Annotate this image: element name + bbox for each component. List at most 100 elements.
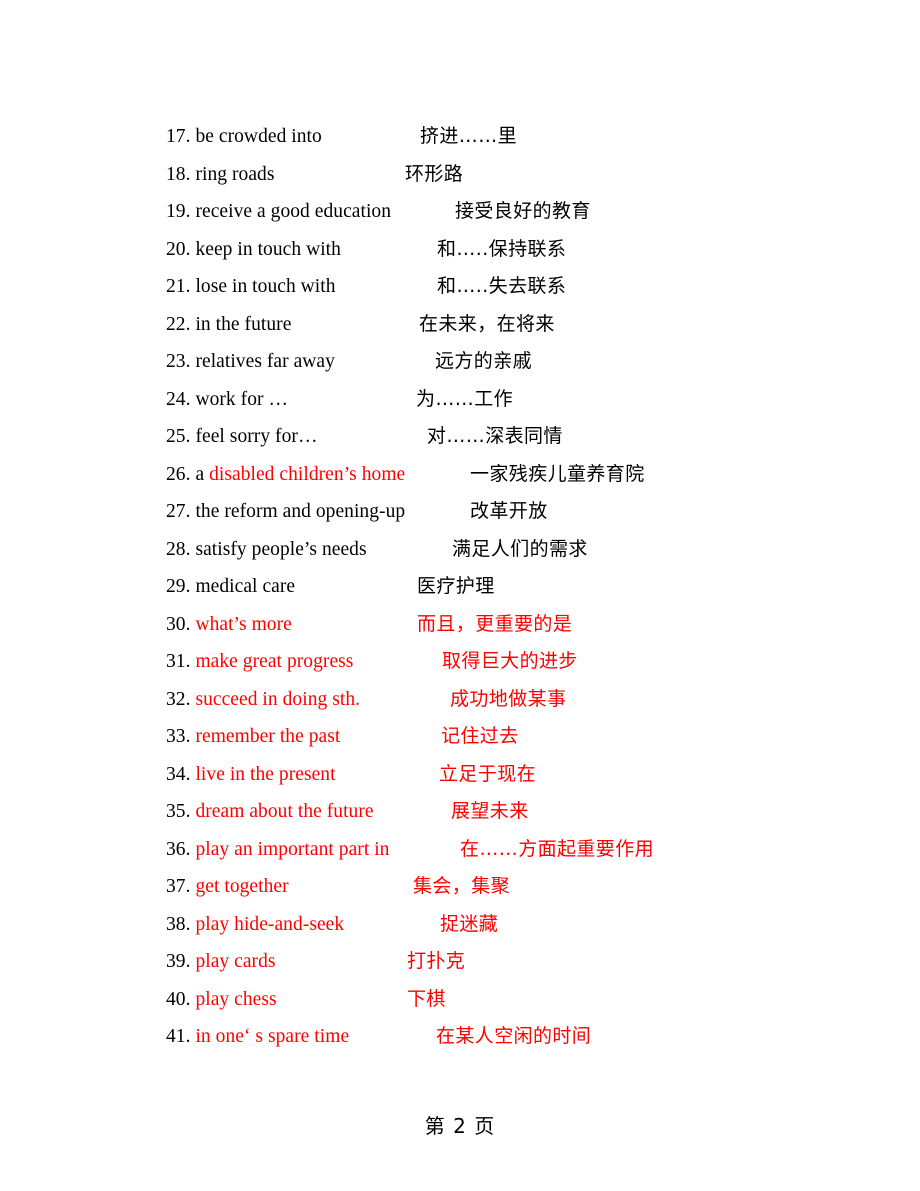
phrase-english-text: the reform and opening-up — [195, 501, 406, 522]
phrase-number: 17. — [166, 126, 196, 147]
phrase-number: 26. — [166, 463, 196, 485]
phrase-english: 38. play hide-and-seek — [166, 906, 344, 944]
phrase-english: 40. play chess — [166, 981, 277, 1019]
phrase-chinese: 满足人们的需求 — [452, 537, 588, 560]
phrase-english: 26. a disabled children’s home — [166, 456, 405, 494]
phrase-english-prefix: a — [195, 463, 210, 485]
phrase-english: 17. be crowded into — [166, 118, 322, 156]
phrase-english: 23. relatives far away — [166, 343, 335, 381]
phrase-english: 41. in one‘ s spare time — [166, 1018, 349, 1056]
phrase-number: 25. — [166, 426, 196, 447]
phrase-chinese: 一家残疾儿童养育院 — [470, 462, 645, 485]
phrase-english: 30. what’s more — [166, 606, 292, 644]
phrase-chinese: 记住过去 — [441, 725, 519, 747]
phrase-row: 23. relatives far away 远方的亲戚 — [166, 343, 866, 381]
phrase-row: 30. what’s more 而且，更重要的是 — [166, 606, 866, 644]
phrase-chinese: 成功地做某事 — [450, 687, 567, 710]
phrase-chinese: 立足于现在 — [439, 762, 537, 785]
phrase-row: 35. dream about the future 展望未来 — [166, 793, 866, 831]
phrase-english-text: succeed in doing sth. — [195, 688, 361, 710]
phrase-row: 17. be crowded into 挤进……里 — [166, 118, 866, 156]
phrase-row: 28. satisfy people’s needs 满足人们的需求 — [166, 531, 866, 569]
phrase-row: 18. ring roads 环形路 — [166, 156, 866, 194]
phrase-english: 18. ring roads — [166, 156, 274, 194]
phrase-english-text: play cards — [195, 951, 276, 972]
phrase-number: 24. — [166, 388, 196, 410]
phrase-english-text: play hide-and-seek — [195, 913, 345, 935]
phrase-chinese: 为……工作 — [416, 387, 514, 410]
phrase-english-text: in one‘ s spare time — [195, 1026, 350, 1047]
page-number-footer: 第 2 页 — [424, 1114, 496, 1138]
phrase-chinese: 取得巨大的进步 — [442, 650, 578, 672]
phrase-english: 33. remember the past — [166, 718, 340, 756]
phrase-number: 30. — [166, 613, 196, 635]
phrase-number: 18. — [166, 163, 196, 185]
phrase-chinese: 捉迷藏 — [440, 912, 499, 935]
phrase-english-text: make great progress — [195, 651, 354, 672]
phrase-english-text: remember the past — [195, 726, 341, 747]
phrase-row: 36. play an important part in 在……方面起重要作用 — [166, 831, 866, 869]
phrase-english: 36. play an important part in — [166, 831, 389, 869]
phrase-number: 36. — [166, 838, 196, 860]
phrase-chinese: 打扑克 — [407, 950, 466, 972]
phrase-number: 40. — [166, 988, 196, 1010]
phrase-english: 22. in the future — [166, 306, 291, 344]
phrase-number: 37. — [166, 876, 196, 897]
phrase-number: 39. — [166, 951, 196, 972]
phrase-row: 29. medical care 医疗护理 — [166, 568, 866, 606]
phrase-english: 25. feel sorry for… — [166, 418, 318, 456]
phrase-english-text: receive a good education — [195, 201, 392, 222]
phrase-chinese: 在……方面起重要作用 — [460, 837, 655, 860]
phrase-english-text: keep in touch with — [195, 238, 341, 260]
phrase-english-text: play an important part in — [195, 838, 390, 860]
phrase-english: 32. succeed in doing sth. — [166, 681, 360, 719]
phrase-english: 24. work for … — [166, 381, 288, 419]
phrase-english: 28. satisfy people’s needs — [166, 531, 367, 569]
phrase-english: 29. medical care — [166, 568, 295, 606]
phrase-list: 17. be crowded into 挤进……里 18. ring roads 环形… — [166, 118, 866, 1056]
phrase-number: 20. — [166, 238, 196, 260]
phrase-english-text: satisfy people’s needs — [195, 538, 367, 560]
phrase-row: 39. play cards 打扑克 — [166, 943, 866, 981]
phrase-english-text: what’s more — [195, 613, 292, 635]
phrase-number: 38. — [166, 913, 196, 935]
phrase-row: 40. play chess 下棋 — [166, 981, 866, 1019]
phrase-chinese: 展望未来 — [451, 800, 529, 822]
phrase-english-text: play chess — [195, 988, 277, 1010]
phrase-number: 19. — [166, 201, 196, 222]
phrase-row: 33. remember the past 记住过去 — [166, 718, 866, 756]
phrase-english: 21. lose in touch with — [166, 268, 336, 306]
phrase-number: 32. — [166, 688, 196, 710]
phrase-chinese: 集会，集聚 — [413, 875, 511, 897]
phrase-chinese: 和…..保持联系 — [437, 237, 567, 260]
phrase-number: 41. — [166, 1026, 196, 1047]
phrase-row: 21. lose in touch with 和…..失去联系 — [166, 268, 866, 306]
phrase-number: 33. — [166, 726, 196, 747]
phrase-chinese: 挤进……里 — [420, 125, 518, 147]
phrase-chinese: 环形路 — [405, 162, 464, 185]
phrase-chinese: 和…..失去联系 — [437, 275, 567, 297]
phrase-english-text: lose in touch with — [195, 276, 336, 297]
phrase-chinese: 对……深表同情 — [427, 425, 563, 447]
phrase-number: 23. — [166, 351, 196, 372]
phrase-number: 29. — [166, 576, 196, 597]
phrase-number: 28. — [166, 538, 196, 560]
phrase-chinese: 而且，更重要的是 — [417, 612, 573, 635]
phrase-row: 31. make great progress 取得巨大的进步 — [166, 643, 866, 681]
phrase-english-text: be crowded into — [195, 126, 322, 147]
phrase-row: 41. in one‘ s spare time 在某人空闲的时间 — [166, 1018, 866, 1056]
phrase-english: 37. get together — [166, 868, 289, 906]
phrase-english: 31. make great progress — [166, 643, 353, 681]
phrase-row: 20. keep in touch with 和…..保持联系 — [166, 231, 866, 269]
phrase-row: 26. a disabled children’s home 一家残疾儿童养育院 — [166, 456, 866, 494]
phrase-english-text: feel sorry for… — [195, 426, 318, 447]
phrase-english-text: in the future — [195, 313, 292, 335]
phrase-chinese: 下棋 — [407, 987, 446, 1010]
phrase-english-text: work for … — [195, 388, 289, 410]
phrase-row: 19. receive a good education 接受良好的教育 — [166, 193, 866, 231]
phrase-number: 22. — [166, 313, 196, 335]
document-page: 17. be crowded into 挤进……里 18. ring roads 环形… — [0, 0, 920, 1191]
phrase-number: 34. — [166, 763, 196, 785]
phrase-row: 22. in the future 在未来，在将来 — [166, 306, 866, 344]
phrase-row: 38. play hide-and-seek 捉迷藏 — [166, 906, 866, 944]
